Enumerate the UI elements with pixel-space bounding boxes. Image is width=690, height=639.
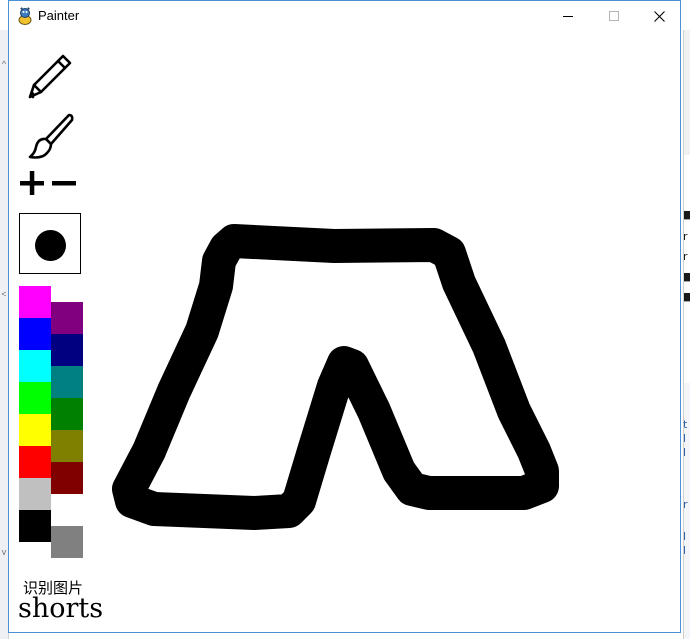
background-glyph: ■ xyxy=(683,208,690,221)
background-glyph: ■ xyxy=(683,270,690,283)
color-swatch[interactable] xyxy=(51,462,83,494)
close-icon xyxy=(653,10,665,22)
color-swatch[interactable] xyxy=(19,414,51,446)
color-swatch[interactable] xyxy=(19,318,51,350)
background-glyph: t xyxy=(683,418,688,431)
background-glyph: v xyxy=(1,547,7,557)
background-glyph: r xyxy=(683,498,688,511)
background-glyph: l xyxy=(683,544,687,557)
background-glyph: l xyxy=(683,432,687,445)
brush-size-preview xyxy=(19,213,81,274)
background-glyph: < xyxy=(1,289,7,299)
color-swatch[interactable] xyxy=(19,446,51,478)
color-swatch[interactable] xyxy=(51,494,83,526)
background-glyph: l xyxy=(683,446,687,459)
background-glyph: r xyxy=(683,250,688,263)
window-title: Painter xyxy=(38,8,80,23)
background-window-right xyxy=(683,155,690,383)
minimize-button[interactable] xyxy=(545,1,591,31)
color-swatch[interactable] xyxy=(51,334,83,366)
painter-window: Painter 识别图片 shorts xyxy=(8,0,681,633)
close-button[interactable] xyxy=(636,1,682,31)
brush-dot xyxy=(35,230,66,261)
color-swatch[interactable] xyxy=(19,478,51,510)
maximize-icon xyxy=(609,11,619,21)
maximize-button[interactable] xyxy=(591,1,637,31)
pencil-icon[interactable] xyxy=(27,51,75,101)
color-swatch[interactable] xyxy=(51,366,83,398)
brush-icon[interactable] xyxy=(25,111,77,161)
background-glyph: ■ xyxy=(683,290,690,303)
color-swatch[interactable] xyxy=(51,398,83,430)
background-glyph: r xyxy=(683,230,688,243)
python-snake-icon xyxy=(18,7,32,25)
color-swatch[interactable] xyxy=(51,526,83,558)
color-swatch[interactable] xyxy=(19,510,51,542)
client-area: 识别图片 shorts xyxy=(9,31,680,632)
color-swatch[interactable] xyxy=(19,382,51,414)
background-window-right xyxy=(683,30,690,155)
drawn-stroke xyxy=(112,224,559,530)
recognition-result: shorts xyxy=(18,593,104,624)
color-swatch[interactable] xyxy=(19,350,51,382)
background-glyph: l xyxy=(683,530,687,543)
color-swatch[interactable] xyxy=(19,286,51,318)
color-swatch[interactable] xyxy=(51,302,83,334)
title-bar[interactable]: Painter xyxy=(9,1,680,31)
drawing-canvas[interactable] xyxy=(94,31,680,632)
color-swatch[interactable] xyxy=(51,430,83,462)
minimize-icon xyxy=(563,16,573,17)
minus-icon[interactable] xyxy=(52,171,76,195)
background-glyph: ^ xyxy=(1,59,7,69)
plus-icon[interactable] xyxy=(20,171,44,195)
